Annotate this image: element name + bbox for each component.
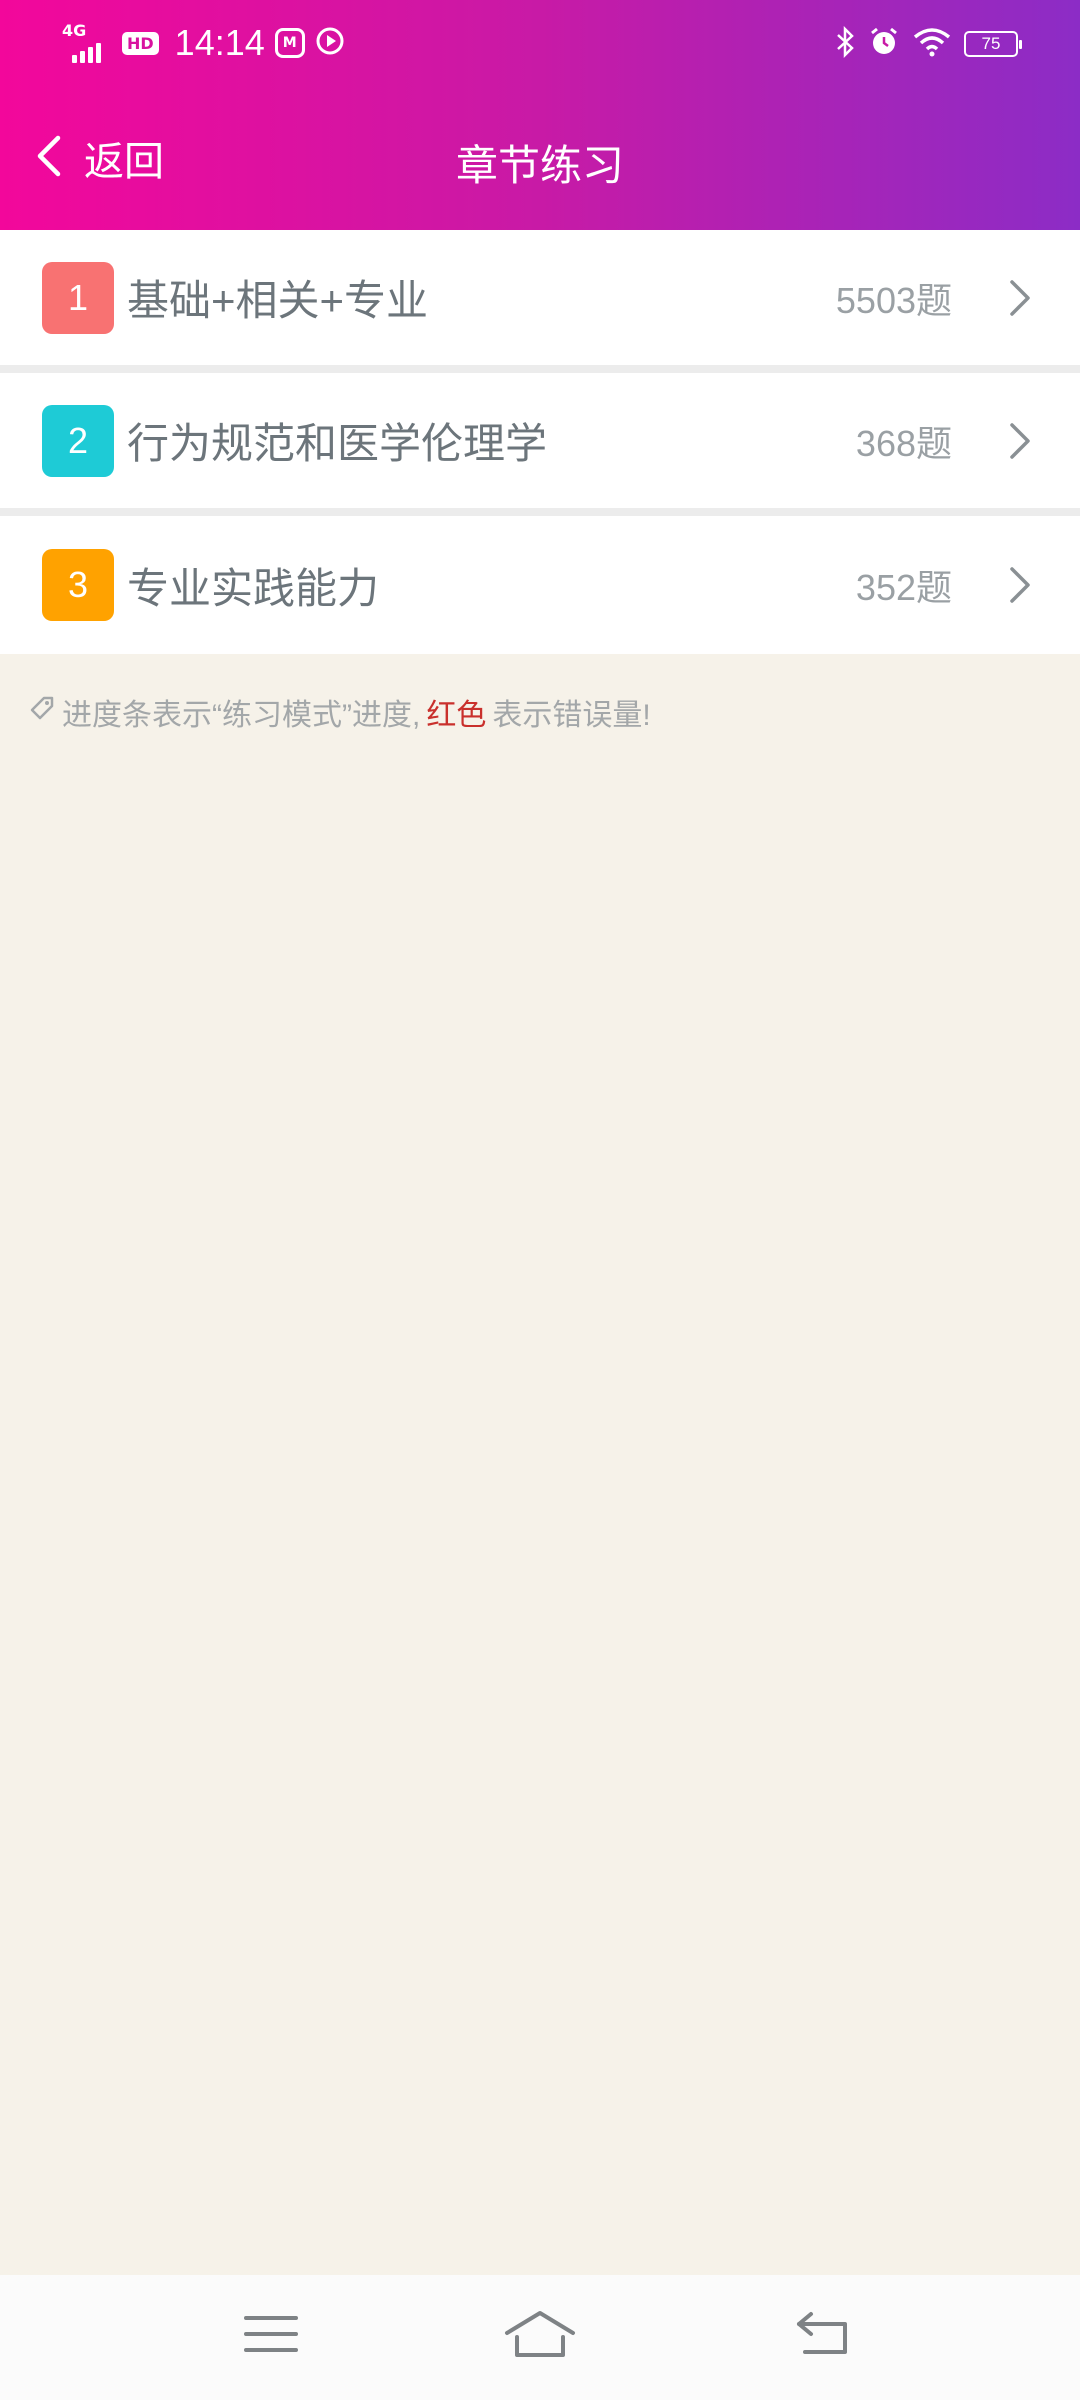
status-left: 4G HD 14:14 M — [62, 18, 345, 68]
battery-icon: 75 — [964, 31, 1022, 57]
menu-button[interactable] — [231, 2303, 311, 2369]
battery-level: 75 — [981, 34, 1001, 53]
bluetooth-icon — [834, 25, 856, 62]
hint-highlight: 红色 — [426, 699, 487, 732]
return-button[interactable] — [784, 2303, 864, 2369]
header: 4G HD 14:14 M 75 返回 章节练习 — [0, 0, 1080, 230]
hd-badge: HD — [122, 31, 159, 55]
chapter-row[interactable]: 1 基础+相关+专业 5503题 — [0, 230, 1080, 373]
home-button[interactable] — [500, 2303, 580, 2369]
status-right: 75 — [834, 22, 1022, 66]
chevron-right-icon — [1000, 560, 1040, 610]
system-nav-bar — [0, 2275, 1080, 2400]
chapter-row[interactable]: 3 专业实践能力 352题 — [0, 516, 1080, 654]
chapter-number-badge: 1 — [42, 261, 114, 334]
network-type: 4G — [62, 21, 87, 40]
question-count: 368题 — [855, 422, 952, 464]
chapter-number-badge: 3 — [42, 549, 114, 621]
status-bar: 4G HD 14:14 M 75 — [0, 0, 1080, 88]
home-icon — [503, 2309, 577, 2363]
return-icon — [795, 2310, 853, 2362]
question-count: 5503题 — [835, 279, 952, 321]
chapter-title: 专业实践能力 — [127, 564, 380, 612]
play-notification-icon — [315, 26, 345, 60]
chevron-right-icon — [1000, 273, 1040, 323]
signal-icon: 4G — [62, 21, 112, 65]
nav-bar: 返回 章节练习 — [0, 88, 1080, 230]
question-count: 352题 — [855, 567, 952, 608]
wifi-icon — [912, 27, 952, 61]
chevron-right-icon — [1000, 416, 1040, 466]
chapter-title: 基础+相关+专业 — [127, 277, 429, 324]
tag-icon — [28, 694, 56, 730]
chapter-title: 行为规范和医学伦理学 — [127, 420, 548, 467]
page-title: 章节练习 — [455, 142, 624, 189]
progress-hint: 进度条表示“练习模式”进度, 红色 表示错误量! — [28, 690, 651, 734]
hint-text-2: 表示错误量! — [492, 699, 651, 732]
app-notification-icon: M — [274, 28, 305, 58]
chapter-number-badge: 2 — [42, 404, 114, 477]
alarm-icon — [868, 26, 900, 62]
hint-text-1: 进度条表示“练习模式”进度, — [62, 699, 421, 732]
menu-icon — [243, 2312, 299, 2360]
chapter-list: 1 基础+相关+专业 5503题 2 行为规范和医学伦理学 368题 3 专业实… — [0, 230, 1080, 654]
status-time: 14:14 — [174, 22, 265, 63]
chapter-row[interactable]: 2 行为规范和医学伦理学 368题 — [0, 373, 1080, 516]
